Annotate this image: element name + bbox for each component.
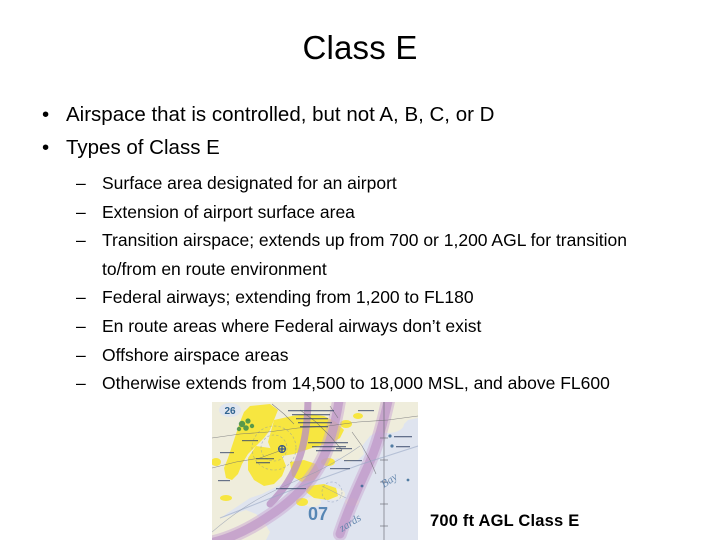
sub-bullet-marker: – [76, 230, 86, 251]
bullet-item: • Airspace that is controlled, but not A… [26, 98, 666, 131]
sub-bullet-text: En route areas where Federal airways don… [102, 315, 482, 336]
sub-bullet-marker: – [76, 201, 86, 222]
sub-bullet-text: Transition airspace; extends up from 700… [102, 230, 627, 279]
sub-bullet-text: Otherwise extends from 14,500 to 18,000 … [102, 373, 610, 394]
bullet-item: • Types of Class E [26, 131, 666, 164]
svg-text:26: 26 [224, 406, 236, 417]
sub-bullet-marker: – [76, 287, 86, 308]
bullet-marker: • [42, 103, 50, 126]
sub-bullet-text: Offshore airspace areas [102, 344, 289, 365]
bullet-marker: • [42, 136, 50, 160]
airport-symbol [277, 444, 286, 453]
sub-bullet-marker: – [76, 173, 86, 194]
page-title: Class E [302, 29, 418, 66]
sub-bullet-item: – Federal airways; extending from 1,200 … [26, 283, 666, 312]
sub-bullet-text: Surface area designated for an airport [102, 173, 397, 194]
sub-bullet-text: Federal airways; extending from 1,200 to… [102, 287, 474, 308]
sub-bullet-marker: – [76, 315, 86, 336]
sub-bullet-marker: – [76, 344, 86, 365]
sub-bullet-item: – En route areas where Federal airways d… [26, 312, 666, 341]
slide: Class E • Airspace that is controlled, b… [0, 0, 720, 540]
map-quadrant-number: 07 [308, 504, 328, 524]
sub-bullet-item: – Extension of airport surface area [26, 198, 666, 227]
figure-caption: 700 ft AGL Class E [430, 512, 580, 530]
slide-body: • Airspace that is controlled, but not A… [26, 98, 666, 398]
sub-bullet-marker: – [76, 373, 86, 394]
map-grid-number: 26 [219, 403, 241, 417]
bullet-text: Types of Class E [66, 136, 220, 160]
bullet-text: Airspace that is controlled, but not A, … [66, 103, 495, 126]
sectional-chart-image: 26 07 zards Bay [212, 402, 418, 540]
sub-bullet-item: – Transition airspace; extends up from 7… [26, 226, 666, 283]
sub-bullet-item: – Otherwise extends from 14,500 to 18,00… [26, 369, 666, 398]
sub-bullet-item: – Surface area designated for an airport [26, 169, 666, 198]
sub-bullet-item: – Offshore airspace areas [26, 341, 666, 370]
sub-bullet-text: Extension of airport surface area [102, 201, 355, 222]
sub-bullet-list: – Surface area designated for an airport… [26, 169, 666, 397]
